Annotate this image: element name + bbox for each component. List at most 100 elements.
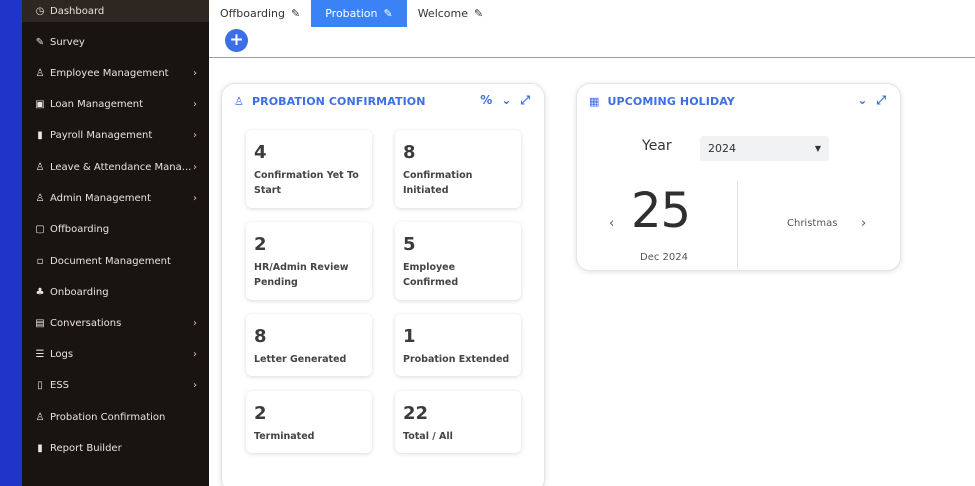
- probation-confirmation-card: ♙ PROBATION CONFIRMATION % ⌄ ⤢ 4 Confirm…: [221, 83, 545, 486]
- briefcase-icon: ▣: [35, 98, 45, 110]
- sidebar-item-label: Report Builder: [50, 442, 122, 454]
- sidebar-item-offboarding[interactable]: ▢ Offboarding: [22, 216, 209, 242]
- sidebar-item-label: Leave & Attendance Mana...: [50, 161, 192, 173]
- chevron-right-icon: ›: [193, 317, 197, 329]
- year-label: Year: [642, 138, 672, 154]
- user-icon: ♙: [234, 95, 244, 108]
- stat-card[interactable]: 4 Confirmation Yet To Start: [246, 130, 372, 208]
- sidebar-item-label: Payroll Management: [50, 129, 153, 141]
- stat-card[interactable]: 1 Probation Extended: [395, 314, 521, 376]
- sidebar-item-conversations[interactable]: ▤ Conversations ›: [22, 310, 209, 336]
- card-tools: ⌄ ⤢: [857, 93, 886, 108]
- tab-welcome[interactable]: Welcome ✎: [407, 0, 495, 27]
- stat-card[interactable]: 2 Terminated: [246, 391, 372, 453]
- holiday-month: Dec 2024: [640, 252, 688, 263]
- stat-card[interactable]: 22 Total / All: [395, 391, 521, 453]
- team-icon: ♣: [35, 286, 45, 298]
- sidebar-item-label: ESS: [50, 379, 70, 391]
- card-tools: % ⌄ ⤢: [480, 93, 530, 108]
- expand-icon[interactable]: ⤢: [520, 93, 530, 108]
- sidebar-item-leave-attendance[interactable]: ♙ Leave & Attendance Mana... ›: [22, 154, 209, 180]
- edit-icon: ✎: [35, 36, 45, 48]
- stat-caption: Terminated: [254, 431, 315, 442]
- edit-icon[interactable]: ✎: [474, 7, 483, 20]
- chevron-right-icon: ›: [193, 98, 197, 110]
- sidebar-item-label: Admin Management: [50, 192, 151, 204]
- stat-card[interactable]: 5 Employee Confirmed: [395, 222, 521, 300]
- sidebar-item-document-management[interactable]: ▫ Document Management: [22, 248, 209, 274]
- stat-card[interactable]: 8 Letter Generated: [246, 314, 372, 376]
- upcoming-holiday-card: ▦ UPCOMING HOLIDAY ⌄ ⤢ Year 2024 ▼ ‹ 25 …: [576, 83, 901, 271]
- year-select[interactable]: 2024 ▼: [700, 136, 829, 161]
- sidebar-item-report-builder[interactable]: ▮ Report Builder: [22, 435, 209, 461]
- sidebar-item-label: Probation Confirmation: [50, 411, 166, 423]
- chat-icon: ▤: [35, 317, 45, 329]
- stat-number: 2: [254, 403, 267, 424]
- card-title: UPCOMING HOLIDAY: [607, 95, 735, 108]
- sidebar-item-probation-confirmation[interactable]: ♙ Probation Confirmation: [22, 404, 209, 430]
- stat-number: 2: [254, 234, 267, 255]
- stat-number: 8: [254, 326, 267, 347]
- sidebar-item-employee-management[interactable]: ♙ Employee Management ›: [22, 60, 209, 86]
- card-title: PROBATION CONFIRMATION: [251, 95, 426, 108]
- sidebar-item-label: Loan Management: [50, 98, 144, 110]
- chevron-right-icon: ›: [193, 192, 197, 204]
- stat-caption: Confirmation Initiated: [403, 170, 473, 196]
- card-header: ▦ UPCOMING HOLIDAY: [589, 95, 735, 108]
- sidebar-item-label: Survey: [50, 36, 85, 48]
- stat-card[interactable]: 8 Confirmation Initiated: [395, 130, 521, 208]
- chevron-down-icon[interactable]: ⌄: [857, 93, 867, 108]
- sidebar-item-label: Conversations: [50, 317, 122, 329]
- edit-icon[interactable]: ✎: [383, 7, 392, 20]
- stat-caption: Letter Generated: [254, 354, 347, 365]
- link-icon[interactable]: %: [480, 93, 492, 108]
- stat-caption: Probation Extended: [403, 354, 510, 365]
- book-icon: ▯: [37, 379, 43, 391]
- expand-icon[interactable]: ⤢: [876, 93, 886, 108]
- sidebar-item-label: Logs: [50, 348, 74, 360]
- tab-offboarding[interactable]: Offboarding ✎: [209, 0, 311, 27]
- tab-label: Welcome: [417, 7, 469, 20]
- sidebar-item-dashboard[interactable]: ◷ Dashboard: [22, 0, 209, 22]
- tab-probation[interactable]: Probation ✎: [311, 0, 407, 27]
- user-icon: ♙: [35, 192, 45, 204]
- sidebar-item-admin-management[interactable]: ♙ Admin Management ›: [22, 185, 209, 211]
- caret-down-icon: ▼: [814, 144, 821, 153]
- tab-label: Offboarding: [220, 7, 286, 20]
- next-holiday-button[interactable]: ›: [861, 216, 866, 231]
- sidebar-item-logs[interactable]: ☰ Logs ›: [22, 341, 209, 367]
- calendar-icon: ▦: [589, 95, 600, 108]
- stat-number: 4: [254, 142, 267, 163]
- chevron-right-icon: ›: [193, 129, 197, 141]
- main-content: Offboarding ✎ Probation ✎ Welcome ✎ + ♙ PRO…: [209, 0, 975, 486]
- sidebar-item-ess[interactable]: ▯ ESS ›: [22, 372, 209, 398]
- year-select-value: 2024: [708, 142, 736, 155]
- sidebar-item-payroll-management[interactable]: ▮ Payroll Management ›: [22, 122, 209, 148]
- add-tab-button[interactable]: +: [225, 29, 248, 52]
- stat-caption: Employee Confirmed: [403, 262, 459, 288]
- holiday-name: Christmas: [787, 218, 838, 229]
- tab-label: Probation: [325, 7, 378, 20]
- edit-icon[interactable]: ✎: [291, 7, 300, 20]
- sidebar-item-survey[interactable]: ✎ Survey: [22, 29, 209, 55]
- stat-card[interactable]: 2 HR/Admin Review Pending: [246, 222, 372, 300]
- previous-holiday-button[interactable]: ‹: [609, 216, 614, 231]
- stat-caption: Total / All: [403, 431, 453, 442]
- chevron-right-icon: ›: [193, 161, 197, 173]
- card-header: ♙ PROBATION CONFIRMATION: [234, 95, 426, 108]
- sidebar-item-loan-management[interactable]: ▣ Loan Management ›: [22, 91, 209, 117]
- stat-number: 22: [403, 403, 429, 424]
- user-icon: ♙: [35, 161, 45, 173]
- tab-bar: Offboarding ✎ Probation ✎ Welcome ✎: [209, 0, 494, 27]
- sidebar-item-onboarding[interactable]: ♣ Onboarding: [22, 279, 209, 305]
- chevron-down-icon[interactable]: ⌄: [501, 93, 511, 108]
- stat-number: 8: [403, 142, 416, 163]
- stat-caption: HR/Admin Review Pending: [254, 262, 349, 288]
- chevron-right-icon: ›: [193, 348, 197, 360]
- clock-icon: ◷: [35, 5, 45, 17]
- list-icon: ☰: [35, 348, 45, 360]
- document-icon: ▫: [36, 255, 44, 267]
- divider: [737, 181, 738, 269]
- sidebar-item-label: Employee Management: [50, 67, 169, 79]
- divider: [209, 57, 975, 58]
